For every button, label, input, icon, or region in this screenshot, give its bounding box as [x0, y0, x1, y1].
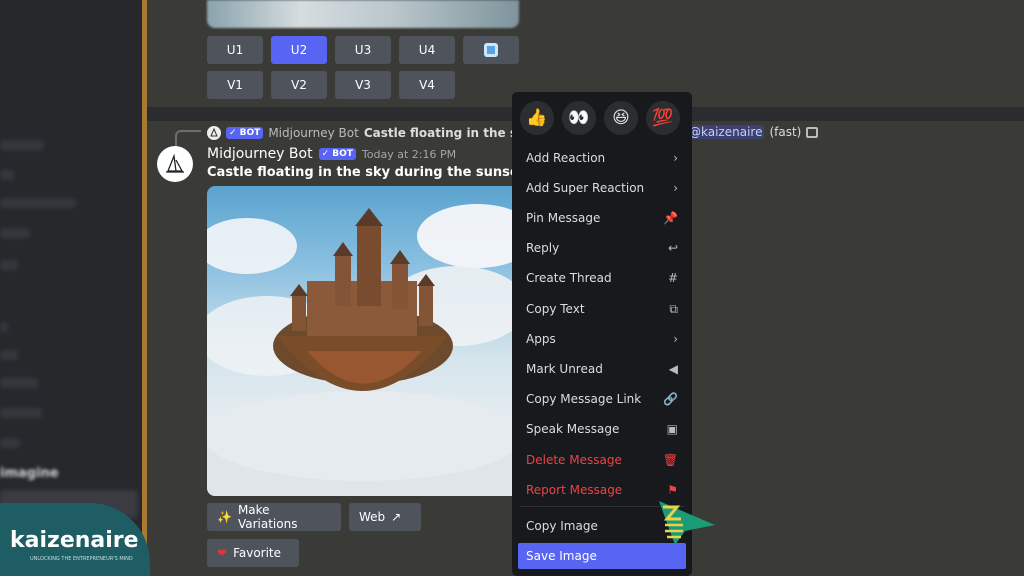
reply-icon: ↩ — [667, 241, 678, 255]
reaction-eyes[interactable]: 👀 — [562, 101, 596, 135]
menu-add-super-reaction[interactable]: Add Super Reaction › — [518, 175, 686, 201]
castle-image-art — [207, 204, 519, 496]
favorite-button[interactable]: ❤ Favorite — [207, 539, 299, 567]
pin-icon: 📌 — [663, 211, 678, 225]
previous-image-thumbnail[interactable] — [207, 0, 519, 28]
menu-mark-unread[interactable]: Mark Unread ◀ — [518, 356, 686, 382]
menu-apps[interactable]: Apps › — [518, 326, 686, 352]
sparkles-icon: ✨ — [217, 510, 232, 524]
refresh-icon — [484, 43, 498, 57]
heart-icon: ❤ — [217, 546, 228, 560]
generation-mode: (fast) — [769, 125, 802, 139]
variation-button-2[interactable]: V2 — [271, 71, 327, 99]
bot-tag: ✓ BOT — [226, 127, 264, 139]
sidebar-header: imagine — [0, 466, 59, 481]
link-icon: 🔗 — [663, 392, 678, 406]
menu-reply[interactable]: Reply ↩ — [518, 235, 686, 261]
speak-icon: ▣ — [666, 422, 678, 436]
variation-button-3[interactable]: V3 — [335, 71, 391, 99]
menu-add-reaction[interactable]: Add Reaction › — [518, 145, 686, 171]
upscale-button-3[interactable]: U3 — [335, 36, 391, 64]
menu-pin-message[interactable]: Pin Message 📌 — [518, 205, 686, 231]
upscale-button-4[interactable]: U4 — [399, 36, 455, 64]
kaizenaire-cursor-icon — [659, 501, 715, 545]
chevron-right-icon: › — [673, 151, 678, 165]
chevron-right-icon: › — [673, 181, 678, 195]
user-mention[interactable]: @kaizenaire — [687, 125, 765, 139]
message-author[interactable]: Midjourney Bot — [207, 146, 313, 162]
generated-image[interactable] — [207, 186, 519, 496]
reaction-laughing[interactable]: 😆 — [604, 101, 638, 135]
quick-reactions: 👍 👀 😆 💯 — [520, 101, 680, 135]
flag-icon: ⚑ — [667, 483, 678, 497]
make-variations-button[interactable]: ✨ Make Variations — [207, 503, 341, 531]
upscale-button-2[interactable]: U2 — [271, 36, 327, 64]
chevron-right-icon: › — [673, 332, 678, 346]
image-icon — [806, 126, 819, 138]
menu-copy-message-link[interactable]: Copy Message Link 🔗 — [518, 386, 686, 412]
watermark-tagline: UNLOCKING THE ENTREPRENEUR'S MIND — [30, 556, 133, 562]
post-meta: @kaizenaire (fast) — [687, 125, 819, 139]
web-link-button[interactable]: Web ↗ — [349, 503, 421, 531]
menu-delete-message[interactable]: Delete Message 🗑 — [518, 447, 686, 473]
external-link-icon: ↗ — [391, 510, 402, 524]
menu-create-thread[interactable]: Create Thread # — [518, 265, 686, 291]
reaction-hundred[interactable]: 💯 — [646, 101, 680, 135]
bot-tag: ✓ BOT — [318, 148, 356, 160]
thread-icon: # — [667, 271, 678, 285]
bot-avatar-small — [207, 126, 221, 140]
bot-avatar[interactable] — [157, 146, 193, 182]
reply-connector — [175, 130, 201, 148]
copy-icon: ⧉ — [669, 301, 678, 316]
trash-icon: 🗑 — [662, 453, 678, 467]
channel-sidebar: imagine — [0, 0, 142, 576]
variation-button-4[interactable]: V4 — [399, 71, 455, 99]
variation-button-1[interactable]: V1 — [207, 71, 263, 99]
menu-copy-text[interactable]: Copy Text ⧉ — [518, 296, 686, 322]
upscale-button-1[interactable]: U1 — [207, 36, 263, 64]
watermark-logo: kaizenaire — [10, 528, 139, 553]
mark-unread-icon: ◀ — [668, 362, 678, 376]
message-header: Midjourney Bot ✓ BOT Today at 2:16 PM — [207, 146, 456, 162]
reply-author[interactable]: Midjourney Bot — [268, 126, 359, 140]
reaction-thumbs-up[interactable]: 👍 — [520, 101, 554, 135]
menu-speak-message[interactable]: Speak Message ▣ — [518, 416, 686, 442]
reroll-button[interactable] — [463, 36, 519, 64]
message-timestamp: Today at 2:16 PM — [361, 147, 457, 161]
